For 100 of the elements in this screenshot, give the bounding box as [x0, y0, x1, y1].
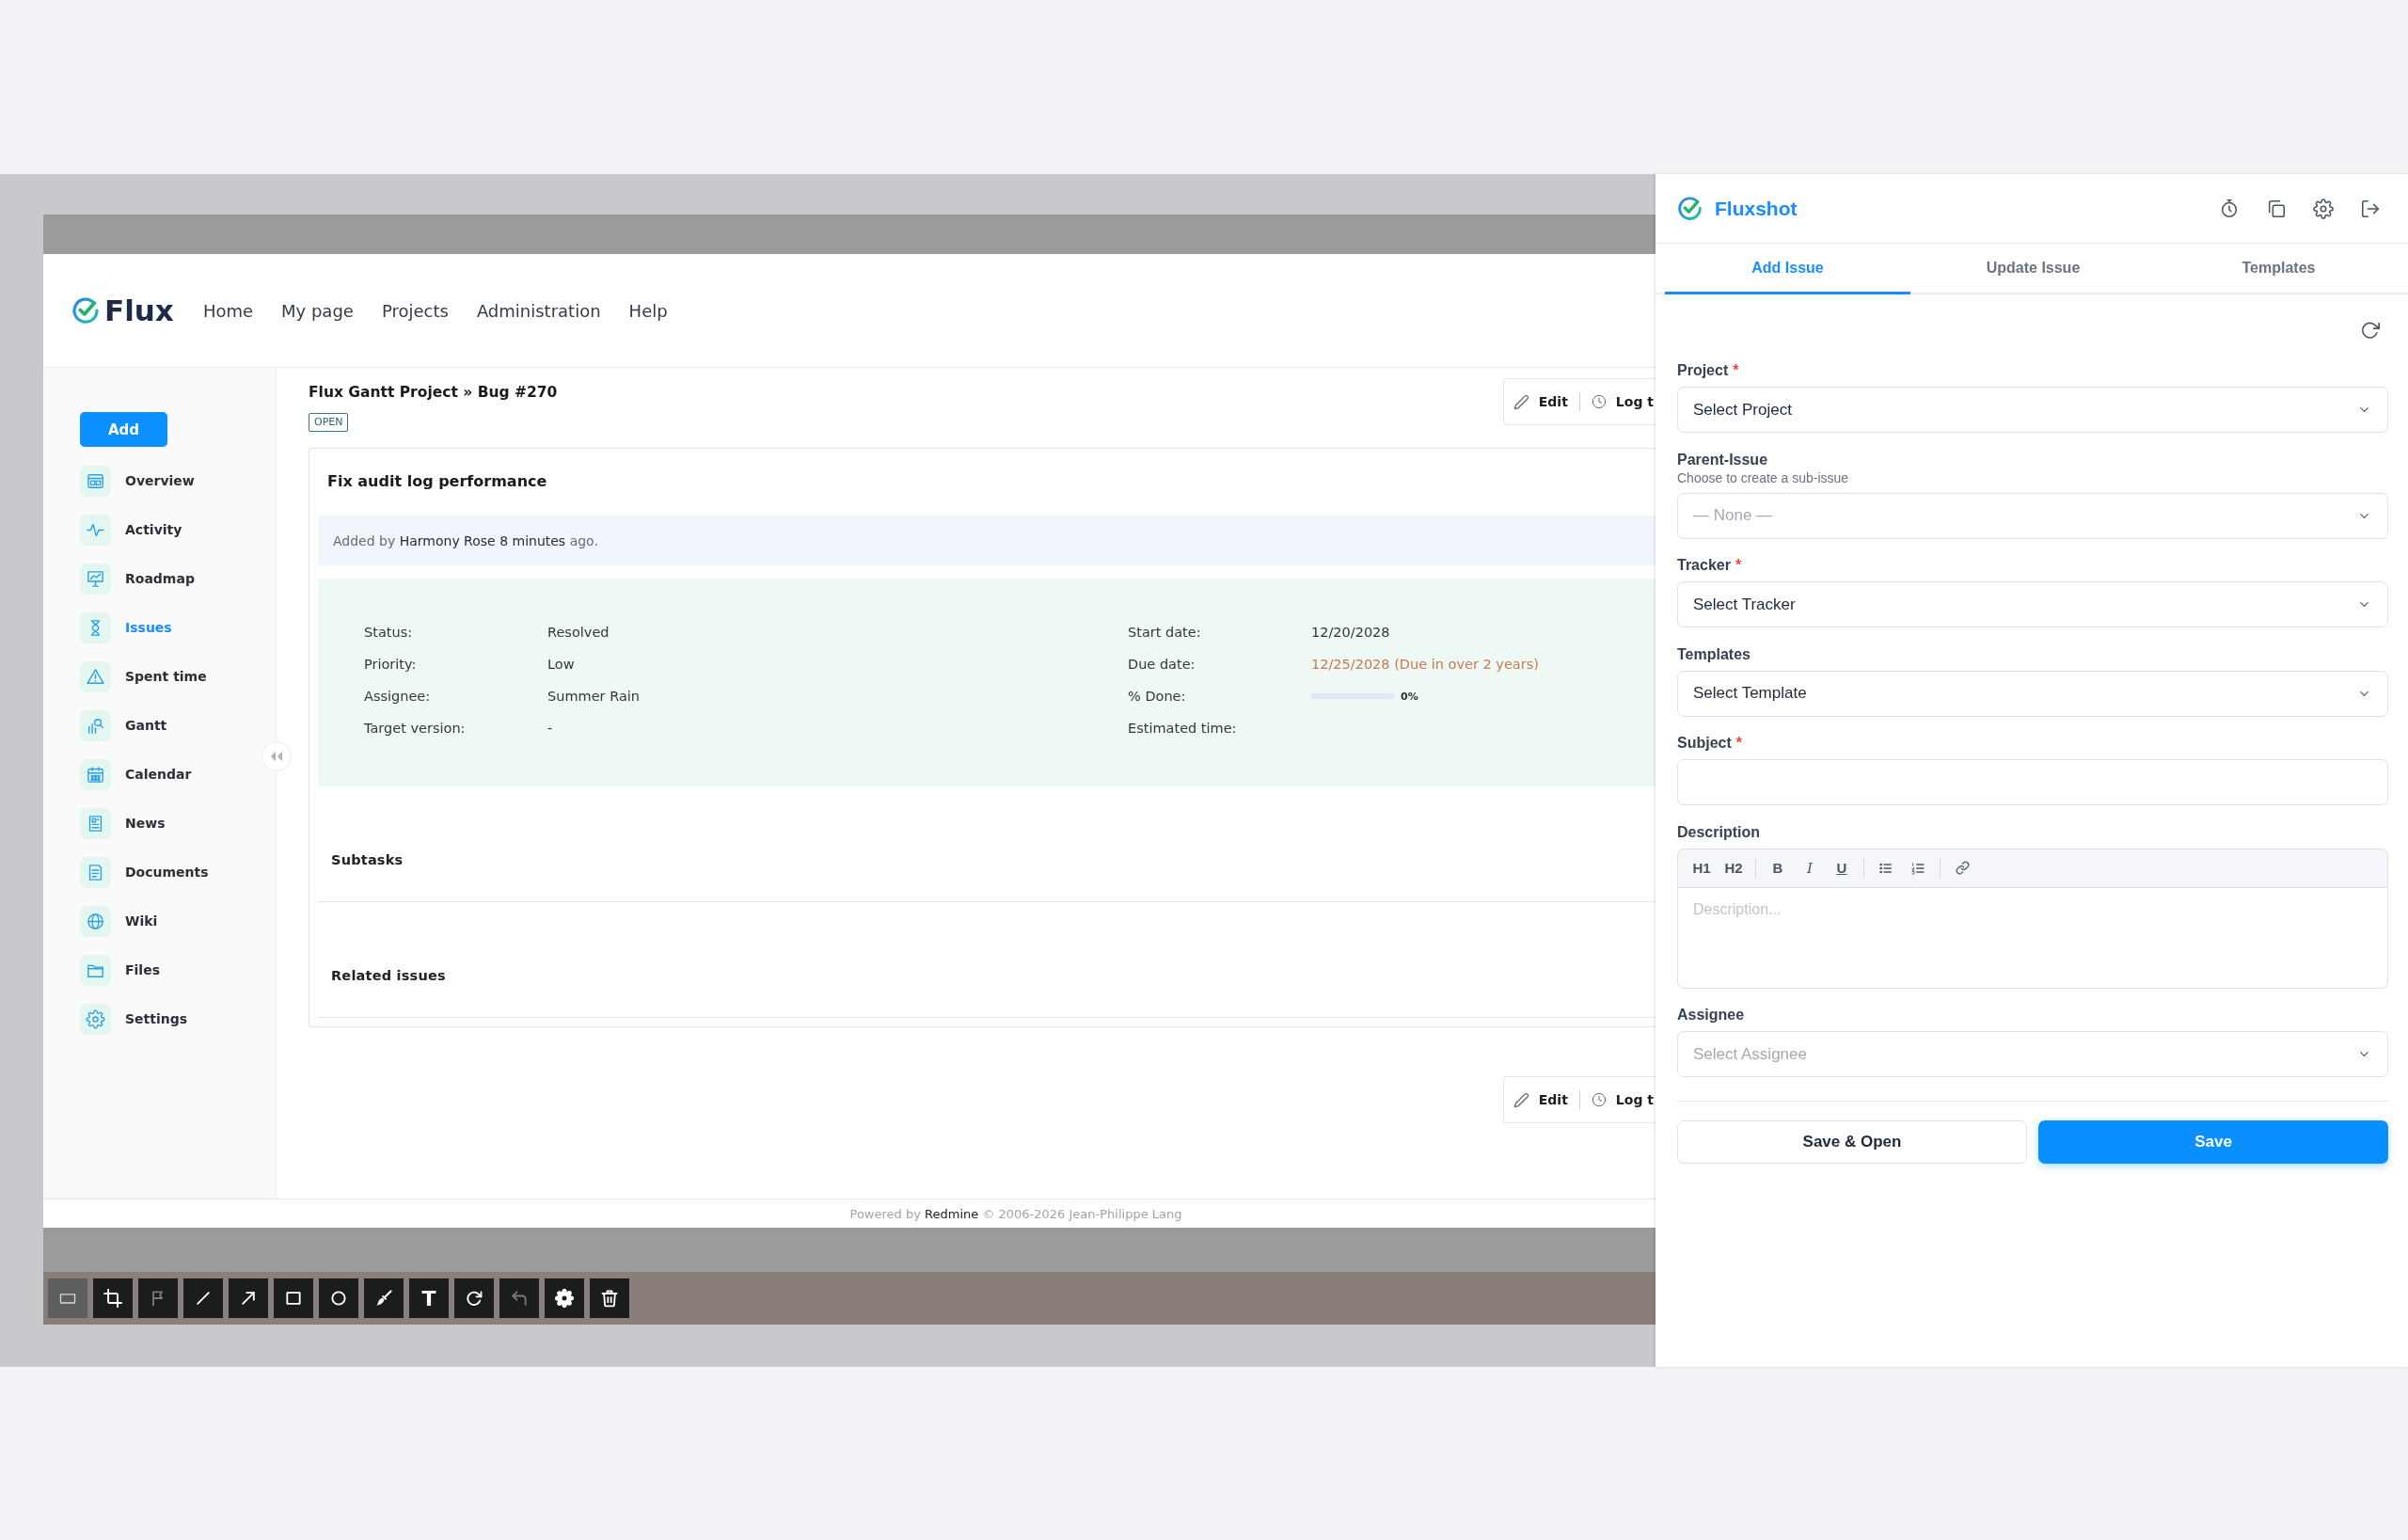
heading-button[interactable]: H1 — [1686, 853, 1718, 882]
select-tool-button[interactable] — [48, 1278, 87, 1318]
sidebar-item[interactable]: Spent time — [80, 652, 207, 701]
delete-tool-button[interactable] — [590, 1278, 629, 1318]
text-tool-button[interactable]: T — [409, 1278, 449, 1318]
line-icon — [194, 1289, 213, 1308]
log-time-link[interactable]: Log t — [1579, 1092, 1656, 1107]
document-icon — [80, 856, 111, 888]
attribute-label: Assignee: — [364, 689, 431, 704]
nav-link[interactable]: Projects — [381, 300, 449, 321]
crop-tool-button[interactable] — [93, 1278, 133, 1318]
rectangle-tool-button[interactable] — [274, 1278, 313, 1318]
ellipse-tool-button[interactable] — [319, 1278, 358, 1318]
folder-icon — [80, 954, 111, 986]
field-label: Project — [1677, 361, 1729, 380]
attribute-label: Estimated time: — [1128, 721, 1237, 736]
redmine-link[interactable]: Redmine — [925, 1206, 979, 1221]
bar-chart-icon — [80, 709, 111, 741]
arrow-icon — [239, 1289, 258, 1308]
edit-link[interactable]: Edit — [1513, 1091, 1579, 1108]
sidebar-item[interactable]: News — [80, 799, 166, 848]
tab[interactable]: Update Issue — [1910, 244, 2156, 294]
logout-icon[interactable] — [2360, 198, 2381, 219]
pencil-icon — [1513, 393, 1529, 410]
age-link[interactable]: 8 minutes — [499, 532, 566, 548]
pencil-icon — [1513, 1091, 1529, 1108]
italic-button[interactable]: I — [1794, 853, 1826, 882]
sidebar-item[interactable]: Overview — [80, 456, 195, 505]
sidebar-item[interactable]: Settings — [80, 994, 188, 1043]
log-time-link[interactable]: Log t — [1579, 394, 1656, 409]
attribute-value: Summer Rain — [547, 689, 640, 704]
field-hint: Choose to create a sub-issue — [1677, 468, 1849, 486]
bold-button[interactable]: B — [1762, 853, 1794, 882]
attribute-label: Target version: — [364, 721, 466, 736]
attribute-value: - — [547, 721, 553, 736]
edit-link[interactable]: Edit — [1513, 393, 1579, 410]
nav-link[interactable]: My page — [281, 300, 354, 321]
redo-tool-button[interactable] — [454, 1278, 494, 1318]
attribute-label: Start date: — [1128, 625, 1201, 640]
settings-icon[interactable] — [2313, 198, 2334, 219]
sidebar-item[interactable]: Roadmap — [80, 554, 195, 603]
nav-link[interactable]: Help — [628, 300, 668, 321]
numbered-list-icon — [1910, 860, 1925, 876]
check-circle-icon — [1677, 196, 1703, 221]
select-field[interactable]: Select Project — [1677, 387, 2388, 433]
underline-button[interactable]: U — [1826, 853, 1858, 882]
nav-link[interactable]: Administration — [476, 300, 601, 321]
settings-icon — [80, 1003, 111, 1035]
app-title: Fluxshot — [1715, 197, 1798, 220]
section-title: Related issues — [331, 968, 446, 983]
nav-link[interactable]: Home — [202, 300, 254, 321]
secondary-button[interactable]: Save & Open — [1677, 1119, 2027, 1164]
field-label: Description — [1677, 822, 1760, 842]
sidebar-item[interactable]: Files — [80, 945, 160, 994]
dashboard-icon — [80, 465, 111, 497]
sidebar-item[interactable]: Gantt — [80, 701, 167, 750]
status-badge: OPEN — [309, 413, 349, 432]
sidebar-item[interactable]: Activity — [80, 505, 182, 554]
clock-icon — [1591, 1092, 1607, 1107]
rectangle-icon — [284, 1289, 303, 1308]
warning-icon — [80, 660, 111, 692]
section-title: Subtasks — [331, 852, 404, 867]
tab[interactable]: Templates — [2156, 244, 2401, 294]
stopwatch-icon[interactable] — [2219, 198, 2240, 219]
sidebar-item[interactable]: Calendar — [80, 750, 192, 799]
redo-icon — [465, 1289, 483, 1308]
heading-button[interactable]: H2 — [1718, 853, 1750, 882]
undo-icon — [510, 1289, 529, 1308]
field-label: Subject — [1677, 734, 1732, 753]
globe-icon — [80, 905, 111, 937]
attribute-value: Resolved — [547, 625, 610, 640]
field-label: Assignee — [1677, 1006, 1745, 1024]
crop-icon — [103, 1289, 122, 1308]
calendar-icon — [80, 758, 111, 790]
presentation-board-icon — [80, 563, 111, 595]
field-label: Templates — [1677, 644, 1751, 664]
text-input-field[interactable] — [1677, 759, 2388, 805]
author-link[interactable]: Harmony Rose — [399, 532, 496, 548]
hourglass-icon — [80, 611, 111, 643]
arrow-tool-button[interactable] — [229, 1278, 268, 1318]
select-field[interactable]: Select Tracker — [1677, 581, 2388, 627]
settings-tool-button[interactable] — [545, 1278, 584, 1318]
select-field[interactable]: Select Template — [1677, 670, 2388, 717]
newspaper-icon — [80, 807, 111, 839]
description-field[interactable]: Description... — [1677, 887, 2388, 989]
required-mark: * — [1735, 556, 1742, 575]
required-mark: * — [1735, 734, 1743, 753]
issue-subject: Fix audit log performance — [327, 472, 547, 490]
line-tool-button[interactable] — [183, 1278, 223, 1318]
sidebar-item[interactable]: Documents — [80, 848, 209, 897]
copy-icon[interactable] — [2266, 198, 2287, 219]
sidebar-item[interactable]: Wiki — [80, 897, 158, 945]
pulse-icon — [80, 514, 111, 546]
refresh-icon[interactable] — [2360, 320, 2381, 341]
trash-icon — [600, 1289, 619, 1308]
brush-tool-button[interactable] — [364, 1278, 404, 1318]
attribute-value: 12/25/2028 (Due in over 2 years) — [1311, 657, 1539, 672]
footer-text: Powered by Redmine © 2006-2026 Jean-Philippe Lang — [849, 1206, 1182, 1221]
attribute-label: Priority: — [364, 657, 417, 672]
settings-icon — [555, 1289, 574, 1308]
